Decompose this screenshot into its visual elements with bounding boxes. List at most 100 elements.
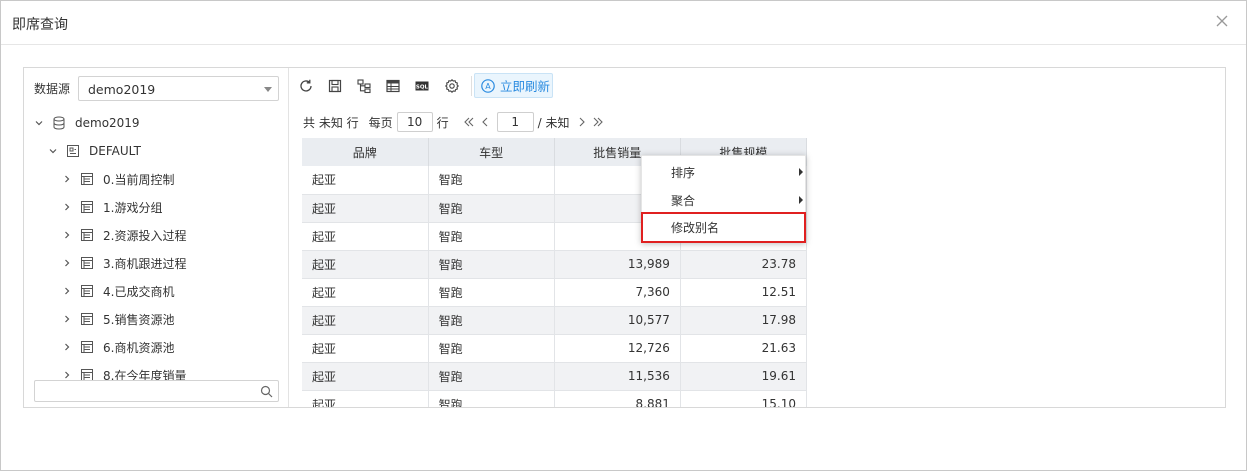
table-cell[interactable]: 智跑 (428, 194, 555, 223)
chevron-right-icon[interactable] (62, 286, 72, 296)
column-header-model[interactable]: 车型 (428, 138, 555, 166)
tree-table-label: 3.商机跟进过程 (103, 256, 187, 271)
table-row[interactable]: 起亚 智跑 11,536 19.61 (302, 362, 808, 391)
table-row[interactable]: 起亚 智跑 12,726 21.63 (302, 334, 808, 363)
tree-node-table[interactable]: 0.当前周控制 (62, 169, 174, 189)
chevron-right-icon[interactable] (62, 258, 72, 268)
submenu-arrow-icon (799, 168, 803, 176)
refresh-icon[interactable] (297, 77, 315, 95)
table-row[interactable]: 起亚 智跑 10,577 17.98 (302, 306, 808, 335)
menu-item-aggregate-label: 聚合 (671, 193, 696, 208)
table-cell[interactable]: 23.78 (680, 250, 808, 279)
last-page-icon[interactable] (592, 116, 604, 128)
table-cell[interactable]: 智跑 (428, 390, 555, 407)
menu-item-aggregate[interactable]: 聚合 (642, 186, 805, 214)
tree-node-schema[interactable]: DEFAULT (48, 141, 141, 161)
chevron-right-icon[interactable] (62, 314, 72, 324)
tree-node-table[interactable]: 5.销售资源池 (62, 309, 174, 329)
datasource-select[interactable]: demo2019 (78, 76, 279, 101)
chevron-right-icon[interactable] (62, 230, 72, 240)
tree-node-root[interactable]: demo2019 (34, 113, 140, 133)
chevron-right-icon[interactable] (62, 202, 72, 212)
sql-icon[interactable]: SQL (413, 77, 431, 95)
table-row[interactable]: 起亚 智跑 8,881 15.10 (302, 390, 808, 407)
tree-table-label: 6.商机资源池 (103, 340, 175, 355)
table-cell[interactable]: 起亚 (302, 306, 429, 335)
tree-search-input[interactable] (34, 380, 279, 402)
table-cell[interactable]: 起亚 (302, 278, 429, 307)
table-cell[interactable]: 智跑 (428, 278, 555, 307)
refresh-now-button[interactable]: A 立即刷新 (474, 73, 553, 98)
chevron-right-icon[interactable] (62, 370, 72, 380)
save-icon[interactable] (326, 77, 344, 95)
table-icon[interactable] (384, 77, 402, 95)
query-panel: 数据源 demo2019 demo2019 DEFAULT 0.当前周控制 1.… (23, 67, 1226, 408)
tree-node-table[interactable]: 1.游戏分组 (62, 197, 162, 217)
table-cell[interactable]: 起亚 (302, 390, 429, 407)
table-cell[interactable]: 10,577 (554, 306, 681, 335)
first-page-icon[interactable] (463, 116, 475, 128)
chevron-down-icon[interactable] (34, 118, 44, 128)
table-cell[interactable]: 起亚 (302, 222, 429, 251)
tree-table-label: 1.游戏分组 (103, 200, 163, 215)
submenu-arrow-icon (799, 196, 803, 204)
tree-node-table[interactable]: 4.已成交商机 (62, 281, 174, 301)
search-icon[interactable] (260, 385, 273, 398)
table-cell[interactable]: 13,989 (554, 250, 681, 279)
per-page-input[interactable]: 10 (396, 112, 433, 132)
table-cell[interactable]: 起亚 (302, 334, 429, 363)
menu-item-sort[interactable]: 排序 (642, 158, 805, 186)
table-cell[interactable]: 起亚 (302, 362, 429, 391)
chevron-down-icon[interactable] (48, 146, 58, 156)
refresh-now-label: 立即刷新 (500, 79, 551, 94)
tree-node-table[interactable]: 3.商机跟进过程 (62, 253, 186, 273)
column-context-menu: 排序 聚合 修改别名 (641, 155, 806, 243)
table-cell[interactable]: 起亚 (302, 194, 429, 223)
table-icon (81, 257, 93, 269)
svg-text:A: A (485, 82, 491, 91)
table-cell[interactable]: 智跑 (428, 222, 555, 251)
table-cell[interactable]: 7,360 (554, 278, 681, 307)
menu-item-rename-alias[interactable]: 修改别名 (641, 212, 806, 243)
column-header-brand[interactable]: 品牌 (302, 138, 429, 166)
datasource-pane: 数据源 demo2019 demo2019 DEFAULT 0.当前周控制 1.… (24, 68, 289, 407)
table-cell[interactable]: 17.98 (680, 306, 808, 335)
query-dialog: 即席查询 数据源 demo2019 demo2019 DEFAULT 0.当前周… (0, 0, 1247, 471)
tree-icon[interactable] (355, 77, 373, 95)
table-cell[interactable]: 智跑 (428, 306, 555, 335)
table-row[interactable]: 起亚 智跑 13,989 23.78 (302, 250, 808, 279)
table-row[interactable]: 起亚 智跑 7,360 12.51 (302, 278, 808, 307)
settings-icon[interactable] (443, 77, 461, 95)
close-icon[interactable] (1214, 13, 1230, 29)
table-icon (81, 285, 93, 297)
prev-page-icon[interactable] (479, 116, 491, 128)
tree-node-table[interactable]: 2.资源投入过程 (62, 225, 186, 245)
table-cell[interactable]: 起亚 (302, 166, 429, 195)
table-cell[interactable]: 12,726 (554, 334, 681, 363)
table-cell[interactable]: 智跑 (428, 334, 555, 363)
chevron-right-icon[interactable] (62, 174, 72, 184)
table-cell[interactable]: 19.61 (680, 362, 808, 391)
tree-node-table[interactable]: 6.商机资源池 (62, 337, 174, 357)
table-cell[interactable]: 智跑 (428, 250, 555, 279)
table-cell[interactable]: 智跑 (428, 166, 555, 195)
per-page-label: 每页 (368, 115, 393, 130)
page-total-text: / 未知 (537, 115, 570, 130)
per-page-unit: 行 (436, 115, 449, 130)
datasource-label: 数据源 (34, 82, 71, 96)
table-cell[interactable]: 21.63 (680, 334, 808, 363)
menu-item-rename-alias-label: 修改别名 (671, 221, 720, 235)
table-icon (81, 341, 93, 353)
schema-icon (67, 145, 79, 157)
datasource-value: demo2019 (88, 82, 156, 97)
table-cell[interactable]: 12.51 (680, 278, 808, 307)
next-page-icon[interactable] (576, 116, 588, 128)
chevron-right-icon[interactable] (62, 342, 72, 352)
table-cell[interactable]: 8,881 (554, 390, 681, 407)
table-cell[interactable]: 智跑 (428, 362, 555, 391)
table-icon (81, 229, 93, 241)
table-cell[interactable]: 11,536 (554, 362, 681, 391)
table-cell[interactable]: 15.10 (680, 390, 808, 407)
page-input[interactable]: 1 (496, 112, 534, 132)
table-cell[interactable]: 起亚 (302, 250, 429, 279)
